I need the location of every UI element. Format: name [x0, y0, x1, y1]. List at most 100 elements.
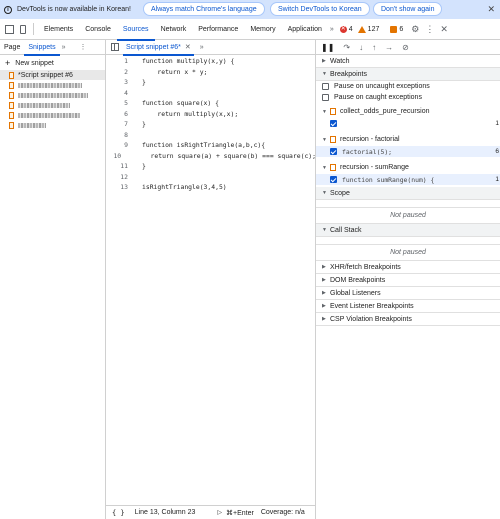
- step-into-icon[interactable]: ↓: [359, 43, 363, 52]
- breakpoint-checkbox[interactable]: [330, 148, 337, 155]
- call-stack-label: Call Stack: [330, 226, 362, 234]
- breakpoint-file-group[interactable]: ▼ recursion - sumRange: [316, 161, 500, 174]
- code-line[interactable]: 9 function isRightTriangle(a,b,c){: [106, 140, 315, 151]
- code-text: return x * y;: [142, 67, 208, 76]
- call-stack-not-paused: Not paused: [316, 245, 500, 261]
- always-match-language-button[interactable]: Always match Chrome's language: [143, 2, 265, 16]
- code-line[interactable]: 2 return x * y;: [106, 67, 315, 78]
- csp-breakpoints-header[interactable]: ▶ CSP Violation Breakpoints: [316, 313, 500, 326]
- more-tabs-icon[interactable]: »: [330, 26, 334, 33]
- code-line[interactable]: 6 return multiply(x,x);: [106, 109, 315, 120]
- code-line[interactable]: 10 return square(a) + square(b) === squa…: [106, 151, 315, 162]
- watch-label: Watch: [330, 57, 350, 65]
- expanded-arrow-icon: ▼: [322, 190, 327, 196]
- code-area[interactable]: 1 function multiply(x,y) {2 return x * y;…: [106, 56, 315, 193]
- code-line[interactable]: 8: [106, 130, 315, 141]
- code-text: isRightTriangle(3,4,5): [142, 183, 227, 191]
- tab-application[interactable]: Application: [282, 19, 328, 40]
- pause-resume-icon[interactable]: ❚❚: [321, 43, 334, 52]
- breakpoint-file-group[interactable]: ▼ collect_odds_pure_recursion: [316, 105, 500, 118]
- snippet-item[interactable]: [0, 80, 105, 90]
- tab-page[interactable]: Page: [0, 40, 24, 55]
- breakpoint-line-number: 6: [495, 148, 499, 155]
- navigator-tabs: Page Snippets » ⋮: [0, 40, 105, 56]
- pause-uncaught-label: Pause on uncaught exceptions: [334, 83, 430, 90]
- warning-icon: [357, 25, 366, 33]
- tab-console[interactable]: Console: [79, 19, 117, 40]
- snippet-item[interactable]: [0, 120, 105, 130]
- snippet-item[interactable]: [0, 90, 105, 100]
- breakpoint-checkbox[interactable]: [330, 176, 337, 183]
- pause-caught-row[interactable]: Pause on caught exceptions: [316, 92, 500, 103]
- breakpoints-section-header[interactable]: ▼ Breakpoints: [316, 68, 500, 81]
- toggle-navigator-icon[interactable]: [111, 43, 119, 51]
- code-text: }: [142, 162, 146, 170]
- step-out-icon[interactable]: ↑: [372, 43, 376, 52]
- snippet-file-icon: [9, 81, 14, 89]
- pause-uncaught-checkbox[interactable]: [322, 83, 329, 90]
- breakpoint-checkbox[interactable]: [330, 120, 337, 127]
- tab-snippets[interactable]: Snippets: [24, 40, 60, 56]
- tab-network[interactable]: Network: [155, 19, 193, 40]
- dont-show-again-button[interactable]: Don't show again: [373, 2, 443, 16]
- run-snippet-icon[interactable]: ▷: [217, 509, 222, 516]
- new-snippet-button[interactable]: + New snippet: [0, 56, 105, 70]
- close-devtools-icon[interactable]: ✕: [440, 24, 448, 35]
- line-number: 6: [124, 109, 128, 118]
- line-number: 12: [120, 172, 128, 181]
- snippet-item[interactable]: *Script snippet #6: [0, 70, 105, 80]
- breakpoint-entry[interactable]: 1: [316, 118, 500, 129]
- breakpoint-file-group[interactable]: ▼ recursion - factorial: [316, 133, 500, 146]
- editor-tab-script-snippet[interactable]: Script snippet #6* ✕: [123, 40, 194, 56]
- tab-sources[interactable]: Sources: [116, 19, 155, 41]
- call-stack-section-header[interactable]: ▼ Call Stack: [316, 224, 500, 237]
- error-icon: ✕: [339, 25, 347, 33]
- device-toolbar-icon[interactable]: [20, 24, 26, 34]
- snippet-item[interactable]: [0, 110, 105, 120]
- deactivate-breakpoints-icon[interactable]: ⊘: [402, 43, 409, 52]
- watch-section-header[interactable]: ▶ Watch: [316, 55, 500, 68]
- breakpoint-entry[interactable]: factorial(5); 6: [316, 146, 500, 157]
- navigator-kebab-icon[interactable]: ⋮: [80, 43, 87, 51]
- step-over-icon[interactable]: ↷: [343, 43, 350, 52]
- step-icon[interactable]: →: [385, 43, 393, 52]
- tab-memory[interactable]: Memory: [244, 19, 281, 40]
- global-listeners-header[interactable]: ▶ Global Listeners: [316, 287, 500, 300]
- code-line[interactable]: 12: [106, 172, 315, 183]
- snippet-file-icon: [9, 71, 14, 79]
- pause-uncaught-row[interactable]: Pause on uncaught exceptions: [316, 81, 500, 92]
- tab-performance[interactable]: Performance: [192, 19, 244, 40]
- close-infobar-icon[interactable]: ✕: [487, 4, 495, 15]
- navigator-more-icon[interactable]: »: [62, 44, 66, 51]
- error-count-badge[interactable]: ✕ 4 127: [339, 25, 379, 33]
- close-tab-icon[interactable]: ✕: [185, 43, 191, 51]
- issues-badge[interactable]: 6: [385, 25, 403, 33]
- code-line[interactable]: 11}: [106, 161, 315, 172]
- dom-breakpoints-header[interactable]: ▶ DOM Breakpoints: [316, 274, 500, 287]
- breakpoints-label: Breakpoints: [330, 70, 367, 78]
- scope-section-header[interactable]: ▼ Scope: [316, 187, 500, 200]
- code-text: function multiply(x,y) {: [142, 57, 235, 65]
- code-line[interactable]: 1 function multiply(x,y) {: [106, 56, 315, 67]
- code-line[interactable]: 13 isRightTriangle(3,4,5): [106, 182, 315, 193]
- snippet-file-icon: [330, 136, 336, 143]
- editor-more-tabs-icon[interactable]: »: [200, 44, 204, 51]
- inspect-element-icon[interactable]: [5, 24, 14, 34]
- breakpoint-entry[interactable]: function sumRange(num) { 1: [316, 174, 500, 185]
- expanded-arrow-icon: ▼: [322, 136, 327, 143]
- code-line[interactable]: 7}: [106, 119, 315, 130]
- snippet-item[interactable]: [0, 100, 105, 110]
- tab-elements[interactable]: Elements: [38, 19, 79, 40]
- pause-caught-checkbox[interactable]: [322, 94, 329, 101]
- customize-kebab-icon[interactable]: ⋮: [425, 24, 434, 35]
- xhr-breakpoints-header[interactable]: ▶ XHR/fetch Breakpoints: [316, 261, 500, 274]
- code-line[interactable]: 5 function square(x) {: [106, 98, 315, 109]
- switch-to-korean-button[interactable]: Switch DevTools to Korean: [270, 2, 370, 16]
- editor-tabs: Script snippet #6* ✕ »: [106, 40, 315, 56]
- snippet-file-icon: [9, 111, 14, 119]
- code-line[interactable]: 4: [106, 88, 315, 99]
- code-line[interactable]: 3}: [106, 77, 315, 88]
- event-listener-breakpoints-header[interactable]: ▶ Event Listener Breakpoints: [316, 300, 500, 313]
- settings-gear-icon[interactable]: ⚙: [411, 24, 419, 35]
- pretty-print-button[interactable]: { }: [112, 509, 125, 517]
